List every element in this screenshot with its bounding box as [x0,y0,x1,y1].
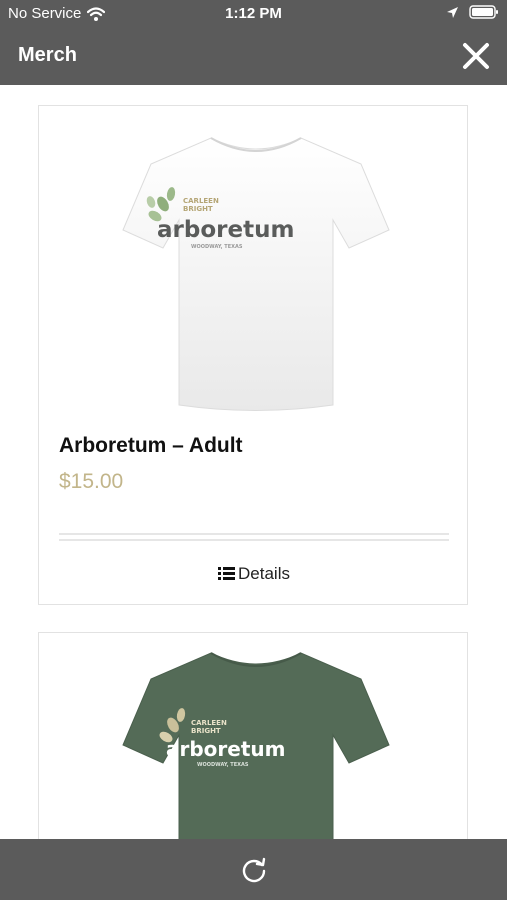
refresh-button[interactable] [240,856,268,884]
tshirt-image: CARLEEN BRIGHT arboretum WOODWAY, TEXAS [122,652,390,839]
details-button[interactable]: Details [39,564,469,584]
logo-line-2: BRIGHT [191,727,221,735]
product-price: $15.00 [59,470,124,493]
page-title: Merch [18,44,77,66]
logo-tagline: WOODWAY, TEXAS [197,762,249,768]
product-list[interactable]: CARLEEN BRIGHT arboretum WOODWAY, TEXAS … [0,85,507,839]
status-time: 1:12 PM [225,5,282,22]
logo-word: arboretum [157,217,294,243]
logo-tagline: WOODWAY, TEXAS [191,244,243,250]
divider [59,539,449,541]
logo-line-1: CARLEEN [191,719,227,727]
product-name[interactable]: Arboretum – Adult [59,434,243,458]
product-card[interactable]: CARLEEN BRIGHT arboretum WOODWAY, TEXAS [38,632,468,839]
close-icon [463,43,489,69]
logo-line-1: CARLEEN [183,197,219,205]
battery-icon [469,5,498,19]
divider [59,533,449,535]
product-card[interactable]: CARLEEN BRIGHT arboretum WOODWAY, TEXAS … [38,105,468,605]
bottom-toolbar [0,839,507,900]
logo-word: arboretum [166,737,285,761]
status-right [446,5,499,19]
logo-line-2: BRIGHT [183,205,213,213]
product-image[interactable]: CARLEEN BRIGHT arboretum WOODWAY, TEXAS [111,645,401,839]
app-header: Merch [0,28,507,85]
close-button[interactable] [461,41,491,71]
tshirt-image: CARLEEN BRIGHT arboretum WOODWAY, TEXAS [122,137,390,411]
list-icon [218,567,236,580]
product-image[interactable]: CARLEEN BRIGHT arboretum WOODWAY, TEXAS [111,120,401,420]
refresh-icon [242,857,266,883]
status-bar: No Service 1:12 PM [0,0,507,28]
location-arrow-icon [447,6,458,18]
details-label: Details [238,564,290,583]
